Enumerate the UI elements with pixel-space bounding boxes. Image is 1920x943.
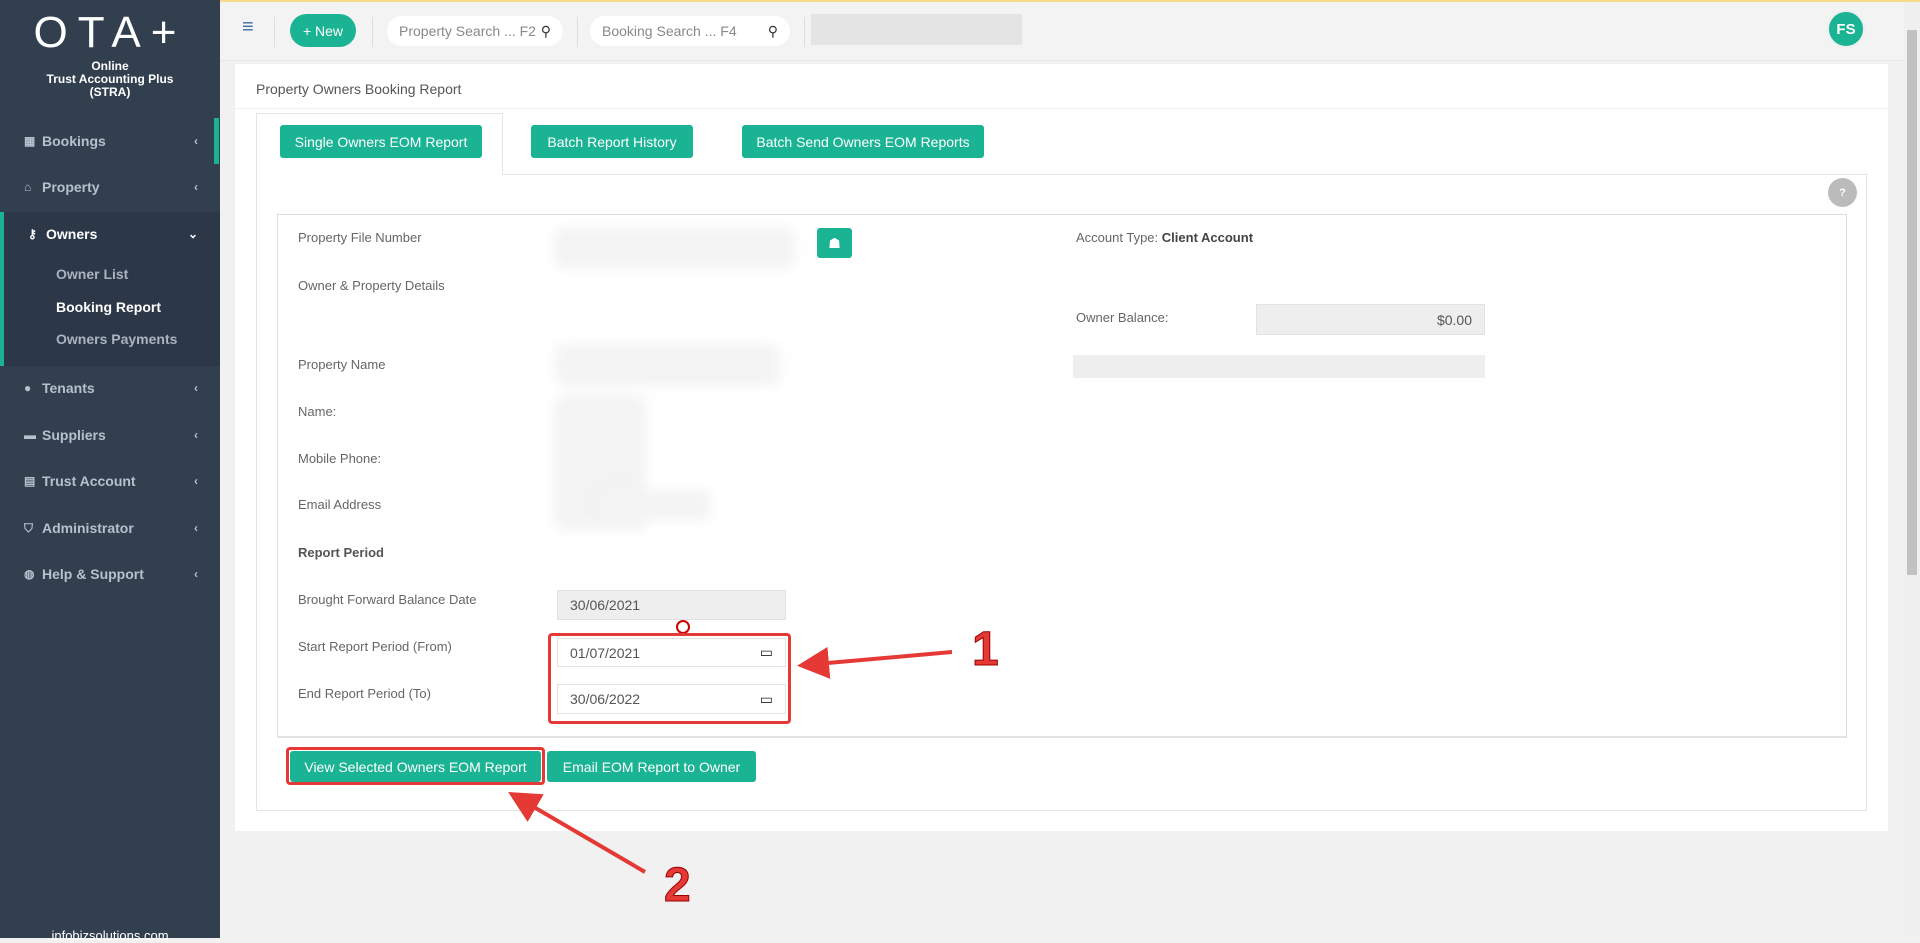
arrow-2	[508, 791, 647, 874]
annotation-label-2: 2	[664, 859, 692, 913]
arrow-1	[797, 646, 953, 679]
annotation-arrows	[508, 646, 953, 874]
annotation-label-1: 1	[972, 623, 1000, 677]
